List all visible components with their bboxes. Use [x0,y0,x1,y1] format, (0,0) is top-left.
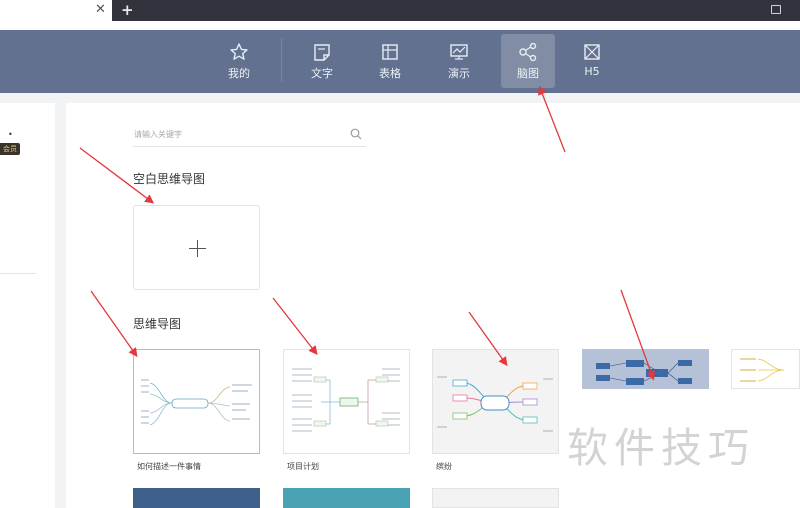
template-thumbnail [141,379,252,426]
watermark-text: 软件技巧 [567,424,755,472]
template-label: 项目计划 [287,462,319,471]
sidebar-divider [0,273,36,274]
template-label: 缤纷 [436,462,452,471]
nav-label: 文字 [311,67,333,80]
nav-item-mindmap[interactable]: 脑图 [501,34,555,88]
browser-tab-bar: ✕ + [0,0,800,21]
nav-item-sheet[interactable]: 表格 [363,34,417,88]
nav-label: 表格 [379,67,401,80]
tab-close-icon[interactable]: ✕ [95,2,106,18]
section-title-templates: 思维导图 [133,317,182,331]
nav-item-h5[interactable]: H5 [565,34,619,88]
blank-mindmap-card[interactable] [133,205,260,290]
vip-badge[interactable]: 会员 [0,143,20,155]
template-card-teal[interactable] [283,488,410,508]
nav-item-slides[interactable]: 演示 [432,34,486,88]
search-input[interactable]: 请输入关键字 [133,125,366,147]
template-card-blue[interactable] [582,349,709,389]
search-icon[interactable] [350,128,362,140]
nav-item-text[interactable]: 文字 [295,34,349,88]
template-card-describe[interactable] [133,349,260,454]
left-sidebar: • [0,103,55,508]
browser-tab[interactable]: ✕ [0,0,112,21]
template-card-dark-blue[interactable] [133,488,260,508]
presentation-icon [450,44,468,60]
search-placeholder: 请输入关键字 [134,130,182,139]
template-thumbnail [596,360,692,385]
star-icon [230,43,248,60]
template-card-project-plan[interactable] [283,349,410,454]
template-thumbnail [740,358,785,382]
mindmap-icon [519,42,537,62]
table-icon [382,44,398,60]
nav-label: 脑图 [517,67,539,80]
sidebar-dot: • [8,130,13,139]
template-card-light[interactable] [432,488,559,508]
template-card-yellow[interactable] [731,349,800,389]
cast-icon[interactable] [771,5,781,14]
section-title-blank: 空白思维导图 [133,172,206,186]
template-card-colorful[interactable] [432,349,559,454]
top-navigation: 我的 文字 表格 演示 脑图 H5 [0,30,800,93]
plus-icon-vertical [197,240,198,257]
nav-label: 我的 [228,67,250,80]
nav-item-mine[interactable]: 我的 [212,34,266,88]
document-icon [314,44,330,61]
template-thumbnail [437,376,553,432]
nav-label: 演示 [448,67,470,80]
nav-label: H5 [584,65,600,78]
template-thumbnail [292,368,400,432]
address-bar-strip [0,21,800,30]
nav-divider [281,38,282,82]
h5-icon [584,44,600,60]
new-tab-icon[interactable]: + [121,1,134,19]
template-label: 如何描述一件事情 [137,462,201,471]
